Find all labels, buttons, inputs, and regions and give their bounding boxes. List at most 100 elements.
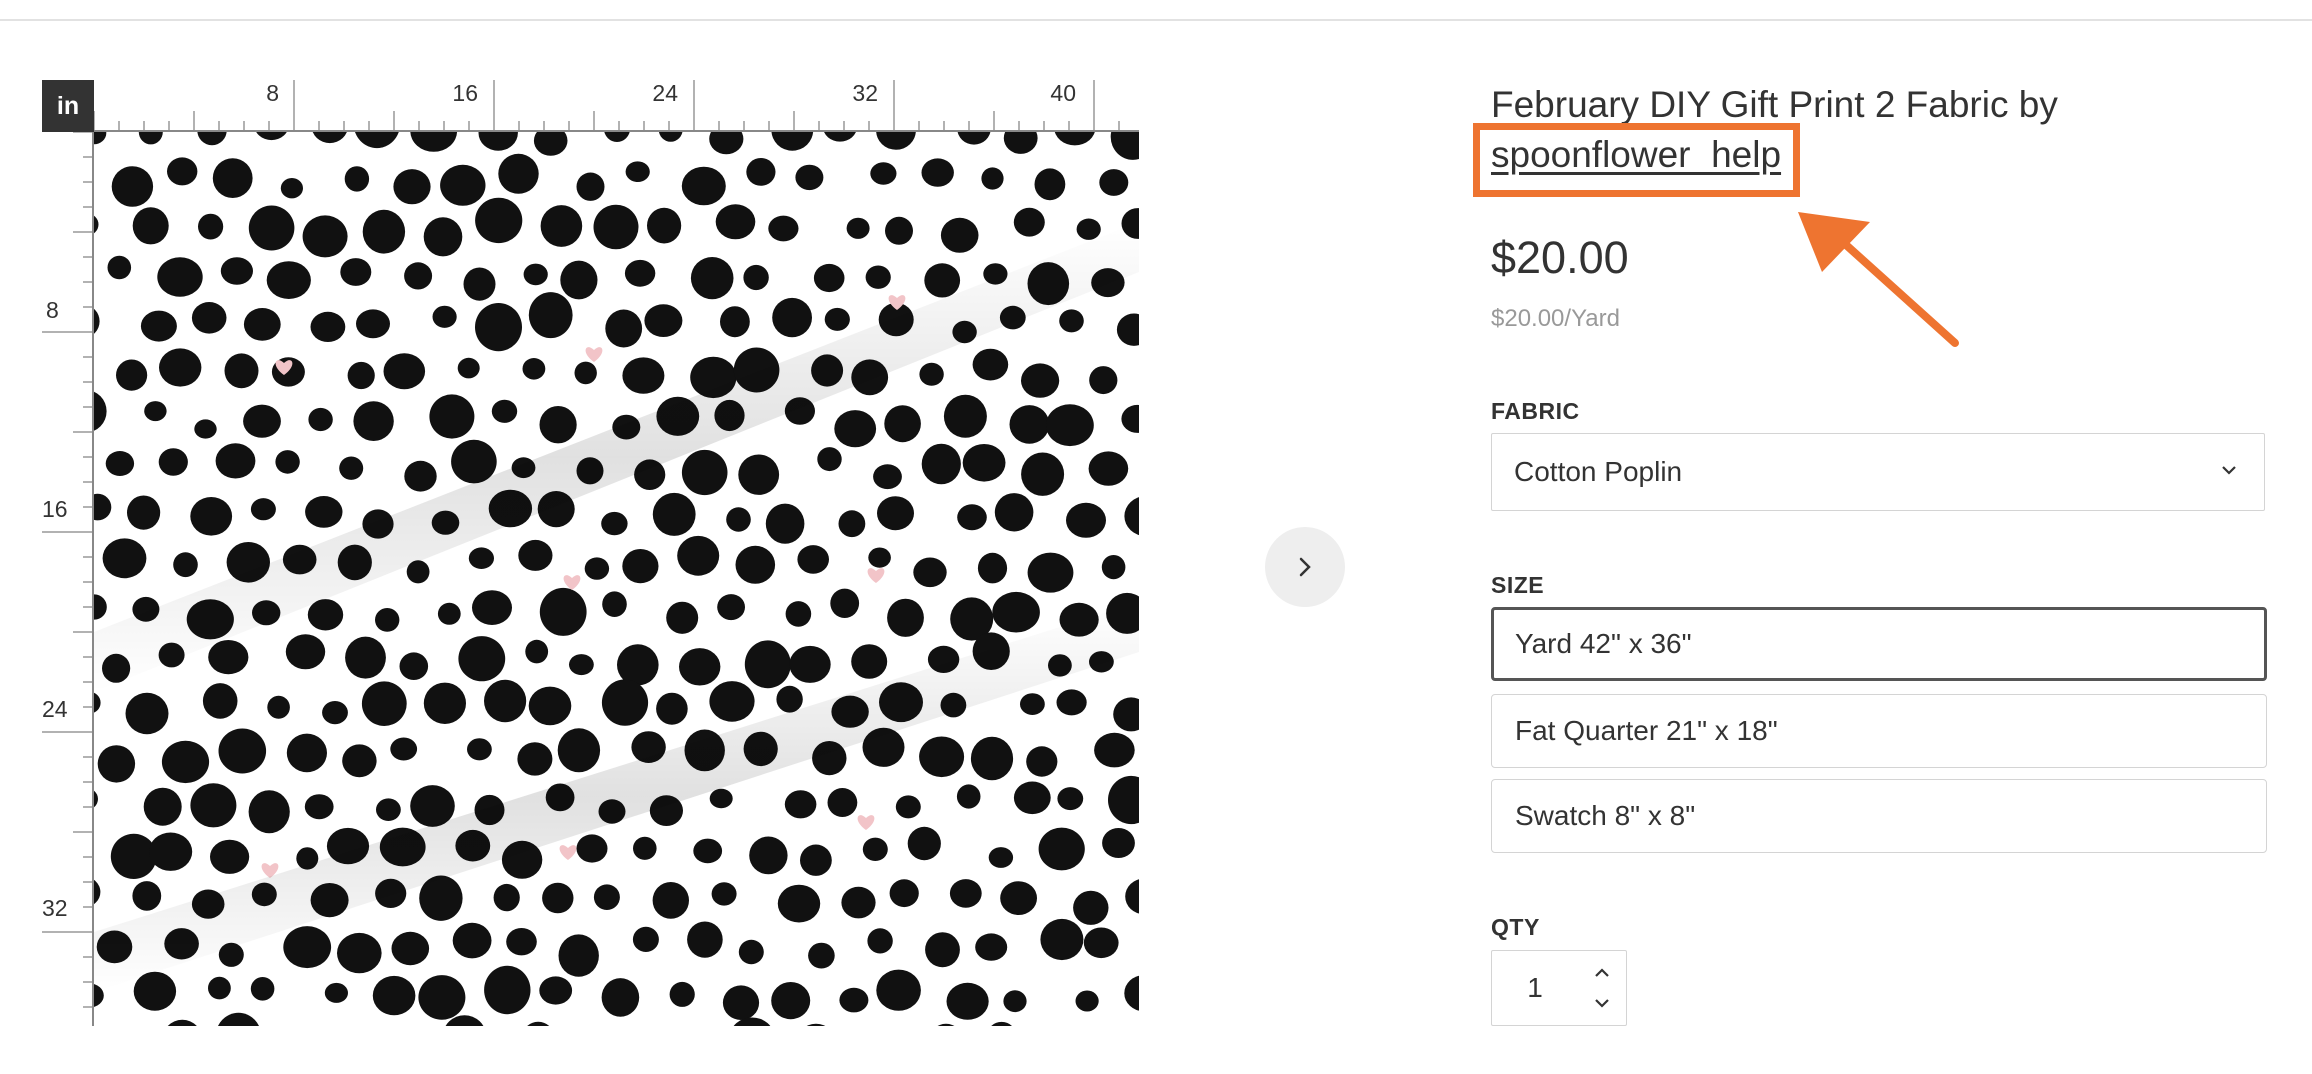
- chevron-down-icon: [2222, 466, 2236, 475]
- ruler-top-label: 8: [266, 80, 279, 106]
- polka-dot: [584, 557, 610, 580]
- polka-dot: [771, 132, 814, 151]
- polka-dot: [746, 158, 776, 186]
- decrement-button[interactable]: [1586, 989, 1618, 1017]
- polka-dot: [574, 361, 597, 385]
- polka-dot: [353, 401, 394, 441]
- polka-dot: [250, 498, 276, 521]
- fabric-preview-image[interactable]: [94, 132, 1139, 1026]
- polka-dot: [94, 493, 112, 521]
- polka-dot: [1038, 827, 1085, 871]
- heart-icon: [559, 845, 577, 860]
- polka-dot: [308, 407, 333, 432]
- polka-dot: [738, 939, 764, 965]
- polka-dot: [539, 406, 577, 444]
- polka-dot: [1110, 132, 1139, 160]
- polka-dot: [1003, 132, 1038, 154]
- ruler-unit-badge[interactable]: in: [42, 80, 94, 132]
- polka-dot: [994, 493, 1034, 532]
- ruler-left-label: 24: [42, 696, 68, 722]
- polka-dot: [946, 982, 989, 1020]
- polka-dot: [991, 1021, 1012, 1026]
- product-title-text: February DIY Gift Print 2 Fabric by: [1491, 84, 2058, 125]
- polka-dot: [517, 742, 553, 776]
- ruler-top-ticks: [94, 80, 1120, 131]
- polka-dot: [458, 636, 506, 682]
- polka-dot: [305, 496, 343, 528]
- polka-dot: [830, 588, 860, 618]
- ruler-top: 8 16 24 32 40: [94, 80, 1139, 132]
- polka-dot: [895, 795, 921, 819]
- polka-dot: [1113, 697, 1139, 732]
- polka-dot: [865, 265, 891, 289]
- polka-dot: [1066, 502, 1106, 538]
- polka-dot: [322, 701, 348, 725]
- polka-dot: [876, 132, 916, 150]
- polka-dot: [173, 552, 198, 578]
- polka-dot: [738, 454, 780, 495]
- polka-dot: [658, 132, 683, 142]
- polka-dot: [1083, 927, 1119, 959]
- polka-dot: [744, 640, 791, 689]
- polka-dot: [557, 728, 601, 773]
- polka-dot: [862, 837, 888, 861]
- polka-dot: [1009, 405, 1050, 444]
- increment-button[interactable]: [1586, 959, 1618, 987]
- polka-dot: [795, 164, 824, 191]
- polka-dot: [324, 982, 348, 1003]
- chevron-right-icon: [1299, 557, 1311, 577]
- size-option-fat-quarter[interactable]: Fat Quarter 21" x 18": [1491, 694, 2267, 768]
- size-option-yard[interactable]: Yard 42" x 36": [1491, 607, 2267, 681]
- polka-dot: [806, 1023, 826, 1026]
- polka-dot: [527, 1021, 550, 1026]
- fabric-select-value: Cotton Poplin: [1514, 456, 1683, 487]
- polka-dot: [644, 304, 683, 337]
- polka-dot: [1021, 363, 1060, 398]
- size-option-swatch[interactable]: Swatch 8" x 8": [1491, 779, 2267, 853]
- polka-dot: [94, 308, 100, 334]
- quantity-stepper[interactable]: 1: [1491, 950, 1627, 1026]
- polka-dot: [877, 496, 914, 531]
- polka-dot: [576, 834, 608, 863]
- size-option-label: Fat Quarter 21" x 18": [1515, 715, 1778, 746]
- polka-dot: [418, 975, 466, 1020]
- polka-dot: [921, 443, 961, 485]
- polka-dot: [94, 391, 107, 431]
- designer-link[interactable]: spoonflower_help: [1491, 134, 1781, 175]
- polka-dot: [889, 879, 919, 908]
- polka-dot: [132, 881, 162, 911]
- polka-dot: [709, 132, 744, 155]
- polka-dot: [1073, 890, 1109, 925]
- polka-dot: [851, 644, 888, 679]
- ruler-left-ticks: [42, 132, 93, 1008]
- polka-dot: [210, 839, 250, 874]
- ruler-left: 8 16 24 32: [42, 132, 94, 1026]
- next-image-button[interactable]: [1265, 527, 1345, 607]
- fabric-select[interactable]: Cotton Poplin: [1491, 433, 2265, 511]
- polka-dot: [310, 311, 346, 342]
- qty-label: QTY: [1491, 914, 1540, 940]
- polka-dot: [834, 410, 877, 448]
- polka-dot: [493, 883, 520, 912]
- polka-dot: [593, 204, 639, 250]
- polka-dot: [125, 692, 169, 735]
- size-label: SIZE: [1491, 572, 1545, 598]
- polka-dot: [1101, 555, 1126, 580]
- polka-dot: [625, 161, 650, 182]
- polka-dot: [867, 928, 893, 954]
- polka-dot: [383, 353, 426, 390]
- polka-dot: [167, 1019, 197, 1026]
- polka-dot: [1099, 169, 1129, 196]
- quantity-input[interactable]: 1: [1492, 951, 1578, 1025]
- polka-dot: [601, 978, 640, 1017]
- polka-dot: [243, 404, 281, 438]
- polka-dot: [887, 598, 924, 637]
- polka-dot: [1121, 404, 1139, 433]
- polka-dot: [528, 686, 572, 726]
- polka-dot: [250, 977, 275, 1001]
- polka-dot: [601, 511, 628, 536]
- polka-dot: [484, 965, 531, 1015]
- polka-dot: [506, 928, 537, 956]
- polka-dot: [491, 399, 518, 423]
- polka-dot: [1108, 775, 1139, 825]
